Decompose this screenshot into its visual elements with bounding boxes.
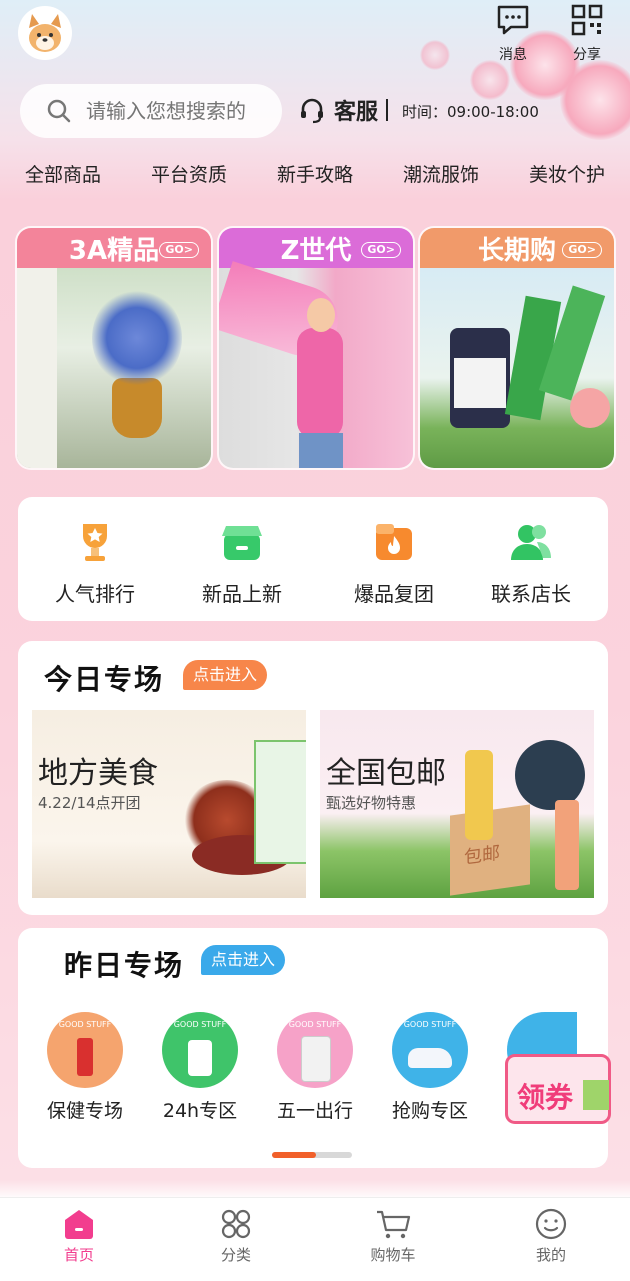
customer-service-button[interactable]: 客服: [298, 94, 389, 126]
category-tab[interactable]: 全部商品: [25, 160, 101, 200]
blossom-decoration: [470, 60, 510, 100]
yesterday-enter-button[interactable]: 点击进入: [201, 945, 286, 975]
search-bar[interactable]: [20, 84, 282, 138]
tab-label: 购物车: [370, 1246, 416, 1264]
banner-title: 全国包邮: [326, 756, 446, 791]
share-label: 分享: [573, 47, 601, 63]
contacts-icon: [511, 525, 551, 560]
good-stuff-badge: GOOD STUFF: [173, 1020, 227, 1029]
carousel-indicator: [272, 1152, 352, 1158]
category-tab[interactable]: 美妆个护: [529, 160, 605, 200]
yesterday-title: 昨日专场: [64, 949, 185, 982]
flower-vase-image: [17, 268, 211, 468]
quick-entry-regroup[interactable]: 爆品复团: [334, 518, 454, 607]
fire-box-icon: [376, 524, 412, 560]
go-badge: GO>: [562, 242, 602, 258]
search-icon: [47, 99, 71, 123]
blossom-decoration: [420, 40, 450, 70]
feature-card-title: 3A精品: [68, 235, 160, 266]
share-button[interactable]: 分享: [562, 2, 612, 64]
category-circle-flash[interactable]: GOOD STUFF: [392, 1012, 468, 1088]
chat-bubble-icon: [497, 5, 529, 35]
quick-entry-new[interactable]: 新品上新: [182, 518, 302, 607]
bottom-tab-bar: 首页 分类 购物车 我的: [0, 1197, 630, 1281]
dropper-bottle-image: [77, 1038, 93, 1076]
category-label: 五一出行: [276, 1100, 353, 1122]
quick-entry-contact[interactable]: 联系店长: [471, 518, 591, 607]
category-circle-24h[interactable]: GOOD STUFF: [162, 1012, 238, 1088]
good-stuff-badge: GOOD STUFF: [403, 1020, 457, 1029]
feature-card-header: 长期购 GO>: [420, 228, 614, 268]
category-label: 抢购专区: [391, 1100, 468, 1122]
search-input[interactable]: [84, 98, 268, 124]
feature-card-long-term[interactable]: 长期购 GO>: [420, 228, 614, 468]
tab-label: 分类: [220, 1246, 251, 1264]
tab-label: 首页: [63, 1246, 94, 1264]
qr-code-icon: [571, 4, 603, 36]
banner-subtitle: 4.22/14点开团: [38, 794, 141, 812]
feature-card-3a[interactable]: 3A精品 GO>: [17, 228, 211, 468]
home-icon: [65, 1210, 93, 1239]
store-icon: [222, 526, 262, 560]
quick-entry-label: 联系店长: [491, 582, 571, 606]
banner-subtitle: 甄选好物特惠: [326, 794, 417, 812]
bottle-image: [465, 750, 493, 840]
tab-label: 我的: [535, 1246, 566, 1264]
divider: [386, 99, 389, 121]
headset-icon: [301, 98, 323, 124]
free-shipping-banner[interactable]: 包邮 全国包邮 甄选好物特惠: [320, 710, 594, 898]
coupon-label: 领券: [517, 1081, 574, 1114]
banner-title: 地方美食: [38, 756, 158, 791]
category-label: 保健专场: [46, 1100, 123, 1122]
feature-card-header: Z世代 GO>: [219, 228, 413, 268]
tab-category[interactable]: 分类: [186, 1208, 286, 1265]
food-package-image: [254, 740, 306, 864]
coupon-button[interactable]: 领券: [505, 1040, 611, 1124]
category-circle-health[interactable]: GOOD STUFF: [47, 1012, 123, 1088]
local-food-banner[interactable]: 地方美食 4.22/14点开团: [32, 710, 306, 898]
quick-entry-label: 人气排行: [55, 582, 135, 606]
category-circle-travel[interactable]: GOOD STUFF: [277, 1012, 353, 1088]
quick-entry-label: 新品上新: [202, 582, 282, 606]
category-tab[interactable]: 潮流服饰: [403, 160, 479, 200]
quick-entry-label: 爆品复团: [354, 582, 434, 606]
feature-card-header: 3A精品 GO>: [17, 228, 211, 268]
category-tab[interactable]: 新手攻略: [277, 160, 353, 200]
feature-card-title: 长期购: [477, 235, 556, 266]
coupon-ribbon: [583, 1080, 609, 1110]
today-title: 今日专场: [44, 663, 165, 696]
feature-card-title: Z世代: [280, 235, 352, 266]
blossom-decoration: [560, 60, 630, 140]
cart-icon: [377, 1210, 411, 1239]
carousel-indicator-active: [272, 1152, 316, 1158]
category-icon: [221, 1209, 251, 1239]
go-badge: GO>: [361, 242, 401, 258]
sneaker-image: [408, 1048, 452, 1068]
tab-home[interactable]: 首页: [29, 1208, 129, 1265]
good-stuff-badge: GOOD STUFF: [288, 1020, 342, 1029]
avatar[interactable]: [20, 8, 70, 58]
category-nav: 全部商品 平台资质 新手攻略 潮流服饰 美妆个护: [0, 160, 630, 200]
today-enter-button[interactable]: 点击进入: [183, 660, 268, 690]
service-hours: 时间：09:00-18:00: [402, 103, 539, 121]
trophy-icon: [83, 524, 107, 561]
messages-button[interactable]: 消息: [488, 2, 538, 64]
tab-profile[interactable]: 我的: [501, 1208, 601, 1265]
quick-entry-popular[interactable]: 人气排行: [35, 518, 155, 607]
go-badge: GO>: [159, 242, 199, 258]
feature-card-gen-z[interactable]: Z世代 GO>: [219, 228, 413, 468]
good-stuff-badge: GOOD STUFF: [58, 1020, 112, 1029]
customer-service-label: 客服: [334, 100, 379, 125]
vitamin-bottle-image: [188, 1040, 212, 1076]
suitcase-image: [301, 1036, 331, 1082]
category-label: 24h专区: [162, 1100, 238, 1122]
messages-label: 消息: [499, 47, 527, 63]
profile-icon: [535, 1208, 567, 1240]
category-tab[interactable]: 平台资质: [151, 160, 227, 200]
tab-cart[interactable]: 购物车: [343, 1208, 443, 1265]
supplements-image: [420, 268, 614, 468]
serum-image: [555, 800, 579, 890]
fashion-model-image: [219, 261, 413, 468]
